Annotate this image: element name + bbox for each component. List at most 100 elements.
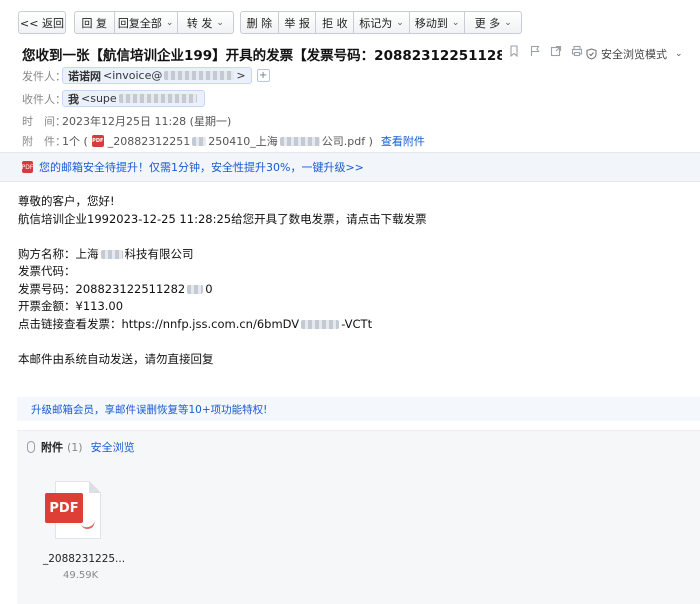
more-button[interactable]: 更 多 ⌄ — [465, 12, 521, 33]
redacted-text — [100, 249, 123, 259]
sent-time: 2023年12月25日 11:28 (星期一) — [62, 115, 232, 128]
move-to-label: 移动到 — [414, 16, 448, 30]
redacted-text — [118, 94, 197, 103]
recipient-name: 我 — [68, 92, 79, 106]
bookmark-icon[interactable] — [508, 45, 520, 57]
sender-address-prefix: <invoice@ — [103, 69, 163, 82]
reply-all-label: 回复全部 — [117, 16, 162, 30]
reject-label: 拒 收 — [322, 16, 348, 30]
safe-mode-toggle[interactable]: 安全浏览模式 ⌄ — [586, 46, 683, 62]
safe-browse-link[interactable]: 安全浏览 — [91, 439, 135, 455]
mark-as-button[interactable]: 标记为 ⌄ — [354, 12, 410, 33]
redacted-text — [192, 136, 207, 146]
paperclip-icon — [27, 441, 35, 453]
buyer-name-line: 购方名称：上海 科技有限公司 — [18, 246, 678, 264]
invoice-link-prefix[interactable]: 点击链接查看发票：https://nnfp.jss.com.cn/6bmDV — [18, 317, 299, 331]
back-button[interactable]: << 返回 — [18, 11, 66, 34]
body-footer: 本邮件由系统自动发送，请勿直接回复 — [18, 351, 214, 366]
shield-icon — [586, 48, 597, 60]
back-label: << 返回 — [20, 16, 64, 30]
sender-chip[interactable]: 诺诺网 <invoice@ > — [62, 67, 252, 84]
chevron-down-icon: ⌄ — [504, 17, 512, 28]
invoice-link-suffix[interactable]: -VCTt — [341, 317, 372, 331]
mail-subject: 您收到一张【航信培训企业199】开具的发票【发票号码：2088231225112… — [22, 48, 502, 64]
redacted-text — [164, 71, 235, 80]
redacted-text — [187, 284, 204, 294]
chevron-down-icon: ⌄ — [396, 17, 404, 28]
report-button[interactable]: 举 报 — [279, 12, 317, 33]
attachment-filesize: 49.59K — [63, 570, 99, 581]
attachment-row: 附 件： 1个 ( PDF _20882312251 250410_上海 公司.… — [22, 133, 425, 149]
view-attachment-link[interactable]: 查看附件 — [381, 133, 425, 149]
forward-label: 转 发 — [186, 16, 213, 30]
redacted-text — [279, 136, 320, 146]
attachment-filename-mid[interactable]: 250410_上海 — [208, 133, 278, 149]
to-label: 收件人： — [22, 92, 66, 106]
invoice-number-prefix: 发票号码：208823122511282 — [18, 281, 186, 296]
attachment-card[interactable]: PDF _2088231225... 49.59K — [39, 481, 129, 581]
recipient-chip[interactable]: 我 <supe — [62, 90, 205, 107]
reject-button[interactable]: 拒 收 — [316, 12, 355, 33]
attachment-section: 附件 (1) 安全浏览 PDF _2088231225... 49.59K — [17, 430, 700, 604]
attachment-header: 附件 (1) 安全浏览 — [27, 439, 135, 455]
reply-label: 回 复 — [81, 16, 108, 30]
attachment-label: 附 件： — [22, 135, 66, 148]
print-icon[interactable] — [571, 45, 583, 57]
attachment-count: 1个 ( — [62, 135, 88, 148]
subject-actions — [508, 45, 583, 57]
sender-address-suffix: > — [236, 69, 246, 82]
new-window-icon[interactable] — [550, 45, 562, 57]
reply-all-button[interactable]: 回复全部 ⌄ — [115, 12, 178, 33]
from-row: 发件人： 诺诺网 <invoice@ > + — [22, 67, 270, 84]
invoice-amount-line: 开票金额：¥113.00 — [18, 299, 124, 313]
chevron-down-icon: ⌄ — [216, 17, 224, 28]
time-row: 时 间： 2023年12月25日 11:28 (星期一) — [22, 113, 231, 129]
pdf-file-icon: PDF — [45, 481, 103, 539]
more-label: 更 多 — [474, 16, 501, 30]
invoice-link-line: 点击链接查看发票：https://nnfp.jss.com.cn/6bmDV -V… — [18, 316, 678, 334]
membership-promo-text: 升级邮箱会员，享邮件误删恢复等10+项功能特权! — [31, 403, 268, 416]
delete-button[interactable]: 删 除 — [241, 12, 279, 33]
body-greeting: 尊敬的客户，您好! — [18, 194, 115, 208]
chevron-down-icon: ⌄ — [451, 17, 460, 28]
recipient-address-prefix: <supe — [81, 92, 117, 105]
move-to-button[interactable]: 移动到 ⌄ — [410, 12, 466, 33]
mail-body: 尊敬的客户，您好! 航信培训企业1992023-12-25 11:28:25给您… — [18, 193, 678, 368]
security-banner: PDF 您的邮箱安全待提升！仅需1分钟，安全性提升30%，一键升级>> — [0, 152, 700, 182]
sender-name: 诺诺网 — [68, 69, 101, 83]
attachment-summary: 1个 ( PDF _20882312251 250410_上海 公司.pdf )… — [62, 133, 425, 149]
redacted-text — [301, 319, 340, 329]
security-warning-icon: PDF — [22, 161, 33, 173]
mark-as-label: 标记为 — [359, 16, 393, 30]
time-label: 时 间： — [22, 115, 66, 128]
delete-label: 删 除 — [246, 16, 273, 30]
chevron-down-icon: ⌄ — [675, 49, 683, 59]
membership-promo[interactable]: 升级邮箱会员，享邮件误删恢复等10+项功能特权! — [17, 397, 700, 421]
flag-icon[interactable] — [529, 45, 541, 57]
attachment-filename: _2088231225... — [43, 553, 126, 565]
report-label: 举 报 — [284, 16, 310, 30]
action-group: 删 除 举 报 拒 收 标记为 ⌄ 移动到 ⌄ 更 多 ⌄ — [240, 11, 522, 34]
buyer-name-suffix: 科技有限公司 — [124, 246, 194, 261]
to-row: 收件人： 我 <supe — [22, 90, 205, 107]
pdf-badge: PDF — [45, 493, 83, 523]
invoice-code-line: 发票代码： — [18, 264, 76, 278]
body-intro: 航信培训企业1992023-12-25 11:28:25给您开具了数电发票，请点… — [18, 211, 427, 226]
attachment-section-count: (1) — [67, 440, 83, 454]
pdf-file-icon: PDF — [91, 135, 104, 147]
add-contact-button[interactable]: + — [256, 69, 270, 82]
invoice-number-line: 发票号码：208823122511282 0 — [18, 281, 678, 299]
security-upgrade-link[interactable]: 您的邮箱安全待提升！仅需1分钟，安全性提升30%，一键升级>> — [39, 159, 364, 175]
attachment-filename-suffix[interactable]: 公司.pdf ) — [322, 133, 373, 149]
attachment-section-title: 附件 — [41, 441, 63, 454]
safe-mode-label: 安全浏览模式 — [601, 48, 667, 61]
from-label: 发件人： — [22, 69, 66, 83]
chevron-down-icon: ⌄ — [165, 17, 174, 28]
forward-button[interactable]: 转 发 ⌄ — [178, 12, 233, 33]
mail-toolbar: << 返回 回 复 回复全部 ⌄ 转 发 ⌄ 删 除 举 报 拒 收 标记为 ⌄ 移动… — [0, 0, 700, 40]
attachment-filename-prefix[interactable]: _20882312251 — [108, 135, 190, 148]
reply-group: 回 复 回复全部 ⌄ 转 发 ⌄ — [74, 11, 234, 34]
reply-button[interactable]: 回 复 — [75, 12, 115, 33]
invoice-number-suffix: 0 — [205, 281, 213, 296]
buyer-name-prefix: 购方名称：上海 — [18, 246, 99, 261]
